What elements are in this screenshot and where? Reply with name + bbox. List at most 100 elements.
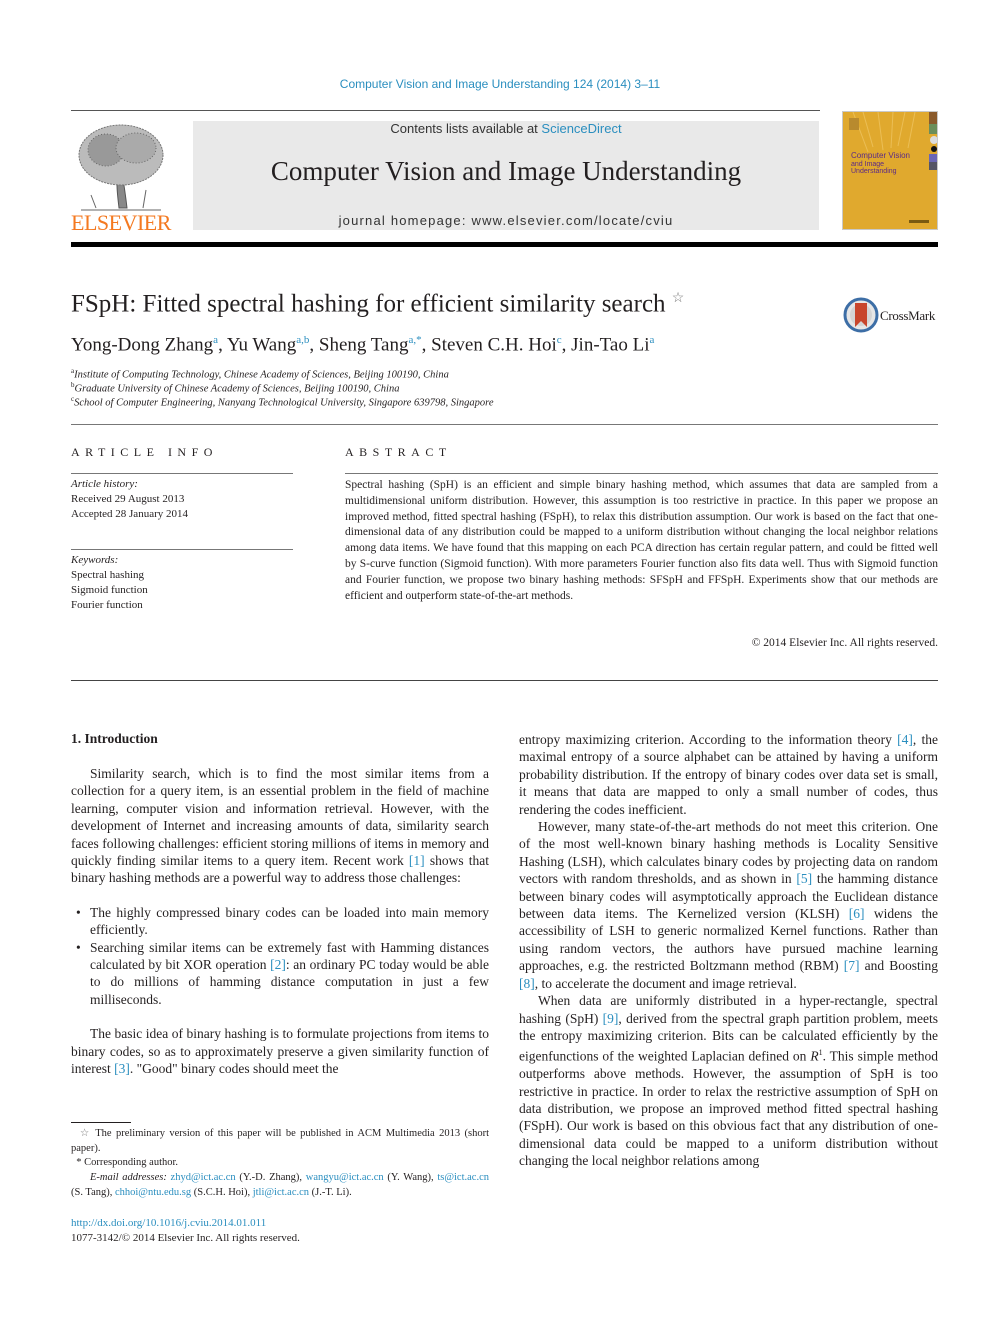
- crossmark-label[interactable]: CrossMark: [880, 308, 935, 324]
- affiliation-text: Graduate University of Chinese Academy o…: [74, 383, 400, 395]
- sciencedirect-link[interactable]: ScienceDirect: [541, 121, 621, 136]
- footnote-star: ☆ The preliminary version of this paper …: [71, 1127, 489, 1156]
- email-owner: (Y. Wang),: [383, 1172, 438, 1183]
- email-link[interactable]: ts@ict.ac.cn: [437, 1172, 489, 1183]
- accepted-date: Accepted 28 January 2014: [71, 508, 188, 520]
- footnote-emails: E-mail addresses: zhyd@ict.ac.cn (Y.-D. …: [71, 1171, 489, 1200]
- keywords-block: Keywords: Spectral hashing Sigmoid funct…: [71, 553, 148, 613]
- header-thick-rule: [71, 242, 938, 247]
- keyword: Fourier function: [71, 599, 143, 611]
- abstract-rule: [345, 473, 938, 474]
- author-name: Sheng Tang: [318, 334, 409, 356]
- doi-link[interactable]: http://dx.doi.org/10.1016/j.cviu.2014.01…: [71, 1216, 300, 1231]
- citation-link[interactable]: [6]: [849, 906, 865, 921]
- footnote-corr-mark: *: [76, 1157, 82, 1168]
- email-owner: (J.-T. Li).: [309, 1186, 352, 1198]
- right-column: entropy maximizing criterion. According …: [519, 731, 938, 1170]
- email-link[interactable]: chhoi@ntu.edu.sg: [115, 1187, 191, 1198]
- journal-cover-image: Computer Vision and Image Understanding: [842, 111, 938, 230]
- email-owner: (S. Tang),: [71, 1186, 115, 1198]
- intro-paragraph-3: However, many state-of-the-art methods d…: [519, 818, 938, 992]
- citation-link[interactable]: [5]: [796, 871, 812, 886]
- citation-link[interactable]: [3]: [114, 1061, 130, 1076]
- footnote-text: Corresponding author.: [84, 1157, 179, 1168]
- citation-link[interactable]: [4]: [897, 732, 913, 747]
- paragraph-text: . "Good" binary codes should meet the: [129, 1061, 339, 1077]
- affiliation-a: aInstitute of Computing Technology, Chin…: [71, 367, 449, 381]
- author-affiliation-mark[interactable]: a: [213, 334, 218, 346]
- footnote-rule: [71, 1122, 131, 1123]
- author-name: Yong-Dong Zhang: [71, 334, 214, 356]
- left-column: Similarity search, which is to find the …: [71, 765, 489, 1078]
- email-link[interactable]: zhyd@ict.ac.cn: [171, 1172, 236, 1183]
- intro-paragraph-2: The basic idea of binary hashing is to f…: [71, 1025, 489, 1077]
- email-owner: (Y.-D. Zhang),: [235, 1172, 306, 1183]
- history-label: Article history:: [71, 478, 138, 490]
- challenge-list: The highly compressed binary codes can b…: [71, 904, 489, 1008]
- author-affiliation-mark[interactable]: a: [650, 334, 655, 346]
- affiliation-text: School of Computer Engineering, Nanyang …: [74, 397, 494, 409]
- affiliation-rule: [71, 424, 938, 425]
- citation-link[interactable]: [9]: [603, 1011, 619, 1026]
- abstract-bottom-rule: [71, 680, 938, 681]
- citation-link[interactable]: [1]: [409, 853, 425, 868]
- math-symbol: R: [810, 1048, 819, 1064]
- cover-subtitle-2: Understanding: [851, 168, 897, 175]
- article-info-rule: [71, 473, 293, 474]
- article-info-heading: ARTICLE INFO: [71, 445, 218, 459]
- crossmark-icon[interactable]: [843, 297, 879, 333]
- keyword: Spectral hashing: [71, 569, 145, 581]
- author-affiliation-mark[interactable]: c: [557, 334, 562, 346]
- cover-subtitle-1: and Image: [851, 161, 885, 168]
- email-link[interactable]: wangyu@ict.ac.cn: [306, 1172, 384, 1183]
- footnote-corresponding: * Corresponding author.: [71, 1156, 489, 1171]
- email-link[interactable]: jtli@ict.ac.cn: [253, 1187, 309, 1198]
- author-list: Yong-Dong Zhanga, Yu Wanga,b, Sheng Tang…: [71, 334, 655, 356]
- list-item-text: The highly compressed binary codes can b…: [90, 904, 489, 938]
- journal-reference[interactable]: Computer Vision and Image Understanding …: [0, 77, 992, 91]
- section-heading-introduction: 1. Introduction: [71, 731, 158, 746]
- citation-link[interactable]: [7]: [844, 958, 860, 973]
- article-title-text: FSpH: Fitted spectral hashing for effici…: [71, 290, 666, 318]
- journal-homepage[interactable]: journal homepage: www.elsevier.com/locat…: [193, 213, 819, 228]
- email-owner: (S.C.H. Hoi),: [191, 1186, 253, 1198]
- intro-paragraph-4: When data are uniformly distributed in a…: [519, 992, 938, 1170]
- contents-prefix: Contents lists available at: [390, 121, 542, 136]
- author-name: Yu Wang: [226, 334, 297, 356]
- article-history: Article history: Received 29 August 2013…: [71, 477, 188, 522]
- header-rule: [71, 110, 820, 111]
- journal-title: Computer Vision and Image Understanding: [270, 156, 742, 186]
- affiliation-b: bGraduate University of Chinese Academy …: [71, 381, 399, 395]
- citation-link[interactable]: [8]: [519, 976, 535, 991]
- author-affiliation-mark[interactable]: a,b: [296, 334, 309, 346]
- keywords-rule: [71, 549, 293, 550]
- elsevier-logo-text: ELSEVIER: [71, 210, 171, 235]
- contents-line: Contents lists available at ScienceDirec…: [193, 121, 819, 136]
- paragraph-text: . This simple method outperforms above m…: [519, 1048, 938, 1169]
- affiliation-text: Institute of Computing Technology, Chine…: [74, 369, 449, 381]
- abstract-text: Spectral hashing (SpH) is an efficient a…: [345, 479, 938, 602]
- received-date: Received 29 August 2013: [71, 493, 185, 505]
- footnote-star-mark: ☆: [79, 1128, 92, 1139]
- list-item: Searching similar items can be extremely…: [71, 939, 489, 1009]
- intro-paragraph-1: Similarity search, which is to find the …: [71, 765, 489, 887]
- citation-link[interactable]: [2]: [270, 957, 286, 972]
- author-name: Steven C.H. Hoi: [431, 334, 557, 356]
- abstract-copyright: © 2014 Elsevier Inc. All rights reserved…: [751, 637, 938, 649]
- email-label: E-mail addresses:: [90, 1172, 167, 1183]
- intro-paragraph-continued: entropy maximizing criterion. According …: [519, 731, 938, 818]
- title-footnote-star[interactable]: ☆: [672, 291, 685, 306]
- list-item: The highly compressed binary codes can b…: [71, 904, 489, 939]
- author-name: Jin-Tao Li: [571, 334, 650, 356]
- affiliation-c: cSchool of Computer Engineering, Nanyang…: [71, 395, 494, 409]
- abstract-heading: ABSTRACT: [345, 445, 452, 459]
- doi-block: http://dx.doi.org/10.1016/j.cviu.2014.01…: [71, 1216, 300, 1246]
- footnote-text: The preliminary version of this paper wi…: [71, 1128, 490, 1154]
- keyword: Sigmoid function: [71, 584, 148, 596]
- author-affiliation-mark[interactable]: a,*: [409, 334, 422, 346]
- article-title: FSpH: Fitted spectral hashing for effici…: [71, 290, 684, 318]
- paragraph-text: , to accelerate the document and image r…: [534, 975, 797, 991]
- issn-copyright: 1077-3142/© 2014 Elsevier Inc. All right…: [71, 1232, 300, 1244]
- paragraph-text: entropy maximizing criterion. According …: [519, 732, 898, 747]
- cover-title: Computer Vision: [851, 151, 910, 160]
